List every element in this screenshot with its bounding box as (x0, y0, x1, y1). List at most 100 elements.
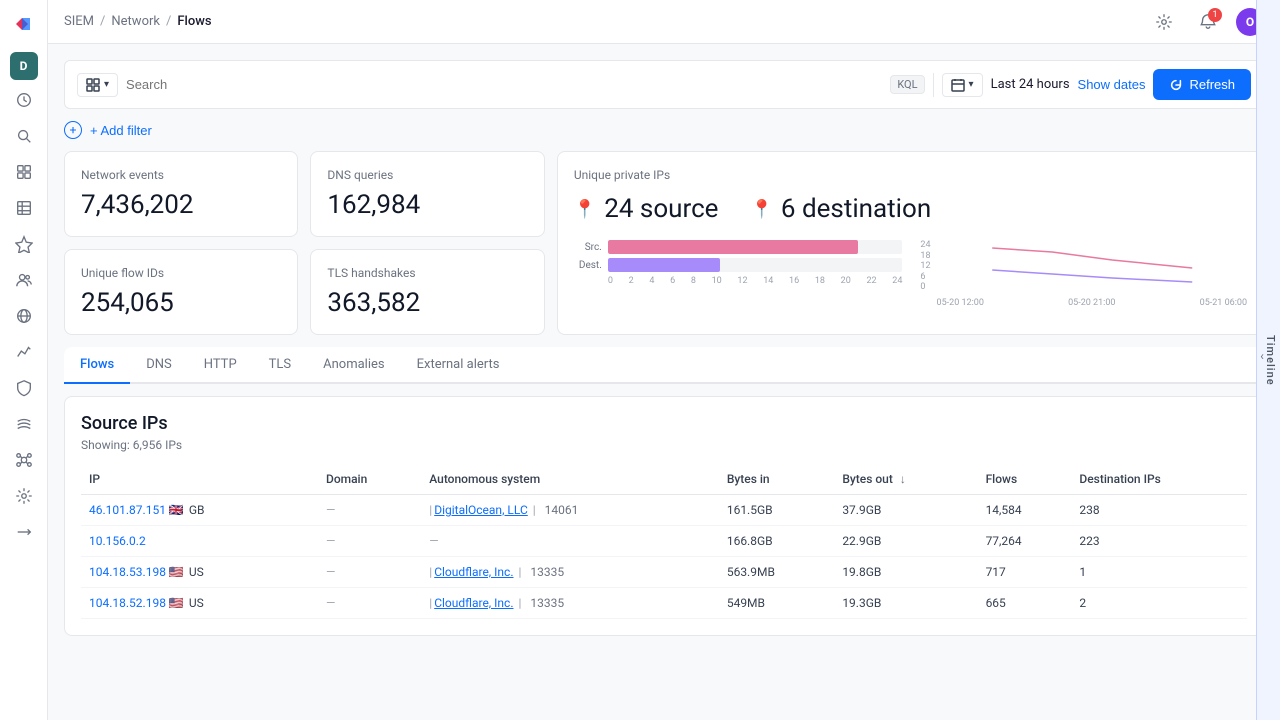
line-x-1: 05-20 21:00 (1068, 298, 1115, 308)
table-header-row: IP Domain Autonomous system Bytes in Byt… (81, 464, 1247, 495)
tab-external-alerts[interactable]: External alerts (401, 347, 516, 384)
settings-icon-btn[interactable] (1148, 6, 1180, 38)
country-3: US (189, 596, 204, 610)
cell-flows-3: 665 (978, 588, 1072, 619)
breadcrumb-siem[interactable]: SIEM (64, 14, 94, 29)
sidebar-item-ml[interactable] (8, 444, 40, 476)
cell-domain-2: — (318, 557, 421, 588)
ip-link-3[interactable]: 104.18.52.198 (89, 596, 166, 610)
refresh-button[interactable]: Refresh (1153, 69, 1251, 100)
source-ip-count: 📍 24 source (574, 194, 719, 224)
topnav-right: 1 O (1148, 6, 1264, 38)
bar-dst-row: Dest. (574, 258, 903, 272)
sidebar: D (0, 0, 48, 720)
bar-x-10: 10 (712, 276, 722, 286)
sidebar-item-dashboard[interactable] (8, 156, 40, 188)
sidebar-user-avatar[interactable]: D (10, 52, 38, 80)
sidebar-item-search[interactable] (8, 120, 40, 152)
breadcrumb-sep1: / (100, 14, 105, 29)
breadcrumb: SIEM / Network / Flows (64, 14, 212, 29)
destination-ip-value: 6 destination (781, 194, 931, 224)
ip-link-1[interactable]: 10.156.0.2 (89, 534, 146, 548)
source-ip-icon: 📍 (574, 199, 596, 220)
cell-dest-ips-0: 238 (1071, 495, 1247, 526)
bar-src-label: Src. (574, 242, 602, 253)
time-filter-dropdown[interactable]: ▾ (942, 73, 983, 97)
tab-anomalies[interactable]: Anomalies (307, 347, 400, 384)
col-flows: Flows (978, 464, 1072, 495)
cell-bytes-in-0: 161.5GB (719, 495, 834, 526)
col-dest-ips: Destination IPs (1071, 464, 1247, 495)
sidebar-item-table[interactable] (8, 192, 40, 224)
cell-asn-1: — (421, 526, 719, 557)
bar-src-row: Src. (574, 240, 903, 254)
show-dates-button[interactable]: Show dates (1078, 77, 1146, 92)
table-row: 104.18.53.198 🇺🇸 US — |Cloudflare, Inc. … (81, 557, 1247, 588)
app-logo[interactable] (8, 8, 40, 40)
tab-flows[interactable]: Flows (64, 347, 130, 384)
table-row: 10.156.0.2 — — 166.8GB 22.9GB 77,264 223 (81, 526, 1247, 557)
cell-ip-3: 104.18.52.198 🇺🇸 US (81, 588, 318, 619)
filter-add-icon[interactable]: + (64, 121, 82, 139)
bar-dst-fill (608, 258, 720, 272)
notification-badge: 1 (1208, 8, 1222, 22)
breadcrumb-sep2: / (166, 14, 171, 29)
sidebar-item-analytics[interactable] (8, 336, 40, 368)
tab-http[interactable]: HTTP (188, 347, 253, 384)
ip-link-0[interactable]: 46.101.87.151 (89, 503, 166, 517)
bar-x-14: 14 (763, 276, 773, 286)
bar-x-6: 6 (670, 276, 675, 286)
sidebar-item-rules[interactable] (8, 372, 40, 404)
dns-queries-card: DNS queries 162,984 (310, 151, 544, 237)
toolbar: ▾ KQL ▾ Last 24 hours Show dates Refresh (64, 60, 1264, 109)
tab-dns[interactable]: DNS (130, 347, 188, 384)
asn-pipe-2: | (429, 565, 432, 579)
bar-src-track (608, 240, 903, 254)
cell-flows-0: 14,584 (978, 495, 1072, 526)
bytes-out-sort-icon[interactable]: ↓ (900, 472, 906, 486)
unique-ips-label: Unique private IPs (574, 168, 1247, 182)
sidebar-item-users[interactable] (8, 264, 40, 296)
col-bytes-out: Bytes out ↓ (834, 464, 977, 495)
line-chart: 24 18 12 6 0 (918, 240, 1247, 308)
tls-handshakes-label: TLS handshakes (327, 266, 527, 280)
ip-link-2[interactable]: 104.18.53.198 (89, 565, 166, 579)
search-type-dropdown[interactable]: ▾ (77, 73, 118, 97)
asn-name-0[interactable]: DigitalOcean, LLC (434, 503, 528, 517)
sidebar-item-recent[interactable] (8, 84, 40, 116)
tab-tls[interactable]: TLS (253, 347, 307, 384)
sidebar-item-alerts[interactable] (8, 228, 40, 260)
bar-x-8: 8 (691, 276, 696, 286)
bar-dst-label: Dest. (574, 260, 602, 271)
flag-0: 🇬🇧 (169, 503, 184, 517)
source-ips-section: Source IPs Showing: 6,956 IPs IP Domain … (64, 396, 1264, 636)
sidebar-item-settings[interactable] (8, 480, 40, 512)
tls-handshakes-card: TLS handshakes 363,582 (310, 249, 544, 335)
add-filter-button[interactable]: + Add filter (90, 123, 152, 138)
asn-pipe-3: | (429, 596, 432, 610)
destination-ip-count: 📍 6 destination (750, 194, 931, 224)
asn-sep-0: | (530, 503, 539, 517)
cell-bytes-out-1: 22.9GB (834, 526, 977, 557)
refresh-icon (1169, 78, 1183, 92)
breadcrumb-network[interactable]: Network (111, 14, 160, 29)
network-events-value: 7,436,202 (81, 190, 281, 220)
asn-name-2[interactable]: Cloudflare, Inc. (434, 565, 513, 579)
timeline-panel[interactable]: ‹ Timeline (1256, 0, 1280, 720)
sidebar-item-feed[interactable] (8, 408, 40, 440)
unique-flow-ids-label: Unique flow IDs (81, 266, 281, 280)
cell-domain-1: — (318, 526, 421, 557)
bar-x-0: 0 (608, 276, 613, 286)
dns-queries-value: 162,984 (327, 190, 527, 220)
cell-flows-1: 77,264 (978, 526, 1072, 557)
sidebar-item-network[interactable] (8, 300, 40, 332)
cell-bytes-in-1: 166.8GB (719, 526, 834, 557)
cell-ip-2: 104.18.53.198 🇺🇸 US (81, 557, 318, 588)
sidebar-item-more[interactable] (8, 516, 40, 548)
asn-name-3[interactable]: Cloudflare, Inc. (434, 596, 513, 610)
kql-toggle[interactable]: KQL (890, 75, 924, 94)
bar-x-4: 4 (649, 276, 654, 286)
breadcrumb-flows: Flows (177, 14, 211, 29)
notifications-icon-btn[interactable]: 1 (1192, 6, 1224, 38)
search-input[interactable] (126, 77, 882, 92)
